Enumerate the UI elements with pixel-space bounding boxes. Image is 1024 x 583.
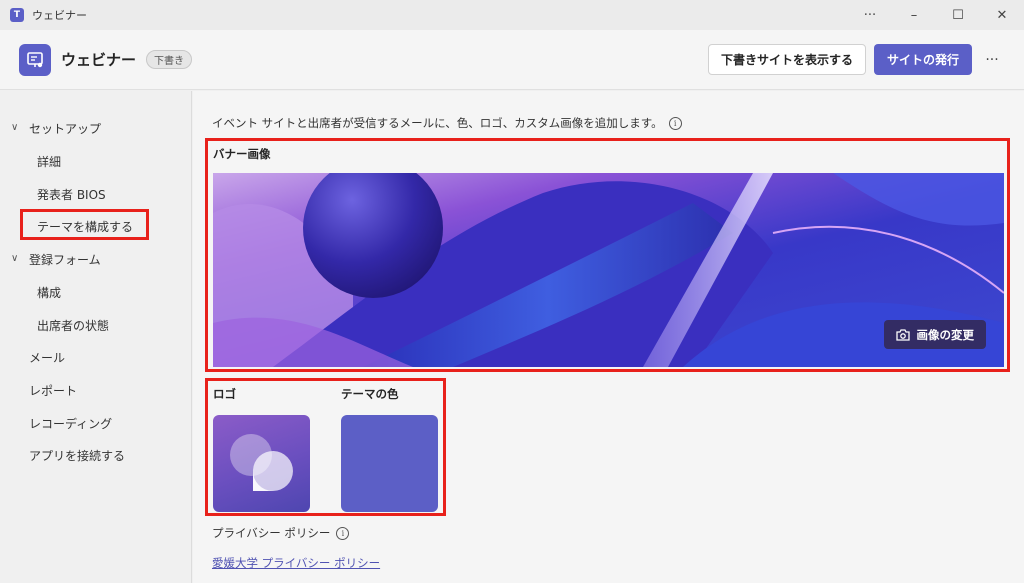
page-header: ウェビナー 下書き 下書きサイトを表示する サイトの発行 ··· xyxy=(0,30,1024,90)
logo-label: ロゴ xyxy=(213,387,236,401)
sidebar-item-theme[interactable]: テーマを構成する xyxy=(37,218,133,235)
logo-image xyxy=(230,434,293,492)
sidebar-item-report[interactable]: レポート xyxy=(29,382,77,399)
sidebar: ∨ セットアップ 詳細 発表者 BIOS テーマを構成する ∨ 登録フォーム 構… xyxy=(0,91,192,583)
more-options-icon[interactable]: ··· xyxy=(848,0,892,30)
chevron-down-icon[interactable]: ∨ xyxy=(11,122,18,133)
sidebar-item-connect-apps[interactable]: アプリを接続する xyxy=(29,447,125,464)
logo-tile[interactable] xyxy=(213,415,310,512)
theme-color-label: テーマの色 xyxy=(341,387,399,401)
banner-section: バナー画像 画像の変更 xyxy=(205,138,1010,372)
sidebar-item-registration-form[interactable]: 登録フォーム xyxy=(29,251,101,268)
page-title: ウェビナー xyxy=(61,51,137,69)
sidebar-item-setup[interactable]: セットアップ xyxy=(29,120,101,137)
intro-label: イベント サイトと出席者が受信するメールに、色、ロゴ、カスタム画像を追加します。 xyxy=(212,116,663,130)
sidebar-item-presenter-bios[interactable]: 発表者 BIOS xyxy=(37,186,106,203)
sidebar-item-configure[interactable]: 構成 xyxy=(37,284,61,301)
privacy-policy-link[interactable]: 愛媛大学 プライバシー ポリシー xyxy=(212,555,380,571)
sidebar-item-attendee-status[interactable]: 出席者の状態 xyxy=(37,317,109,334)
window-controls: ··· – ☐ ✕ xyxy=(848,0,1024,30)
privacy-policy-label: プライバシー ポリシー xyxy=(212,526,331,540)
title-bar: T ウェビナー ··· – ☐ ✕ xyxy=(0,0,1024,30)
banner-image: 画像の変更 xyxy=(213,173,1004,367)
window-title: ウェビナー xyxy=(32,9,87,22)
maximize-button[interactable]: ☐ xyxy=(936,0,980,30)
minimize-button[interactable]: – xyxy=(892,0,936,30)
banner-label: バナー画像 xyxy=(213,147,271,161)
info-icon[interactable]: i xyxy=(668,116,682,130)
change-image-label: 画像の変更 xyxy=(916,327,975,342)
theme-color-swatch[interactable] xyxy=(341,415,438,512)
status-badge: 下書き xyxy=(146,50,193,69)
sidebar-item-details[interactable]: 詳細 xyxy=(37,153,61,170)
change-image-button[interactable]: 画像の変更 xyxy=(883,320,986,349)
chevron-down-icon[interactable]: ∨ xyxy=(11,253,18,264)
sidebar-item-email[interactable]: メール xyxy=(29,349,65,366)
teams-logo-icon: T xyxy=(10,8,24,22)
close-button[interactable]: ✕ xyxy=(980,0,1024,30)
header-more-icon[interactable]: ··· xyxy=(980,52,1004,68)
camera-icon xyxy=(895,328,910,341)
publish-site-button[interactable]: サイトの発行 xyxy=(873,44,972,75)
view-draft-site-button[interactable]: 下書きサイトを表示する xyxy=(707,44,866,75)
main-content: イベント サイトと出席者が受信するメールに、色、ロゴ、カスタム画像を追加します。… xyxy=(193,91,1024,583)
webinar-icon xyxy=(19,43,51,76)
privacy-policy-row: プライバシー ポリシー i xyxy=(212,525,350,541)
intro-text: イベント サイトと出席者が受信するメールに、色、ロゴ、カスタム画像を追加します。… xyxy=(212,115,682,131)
sidebar-item-recording[interactable]: レコーディング xyxy=(29,415,112,432)
logo-theme-section: ロゴ テーマの色 xyxy=(205,378,446,516)
info-icon[interactable]: i xyxy=(336,526,350,540)
